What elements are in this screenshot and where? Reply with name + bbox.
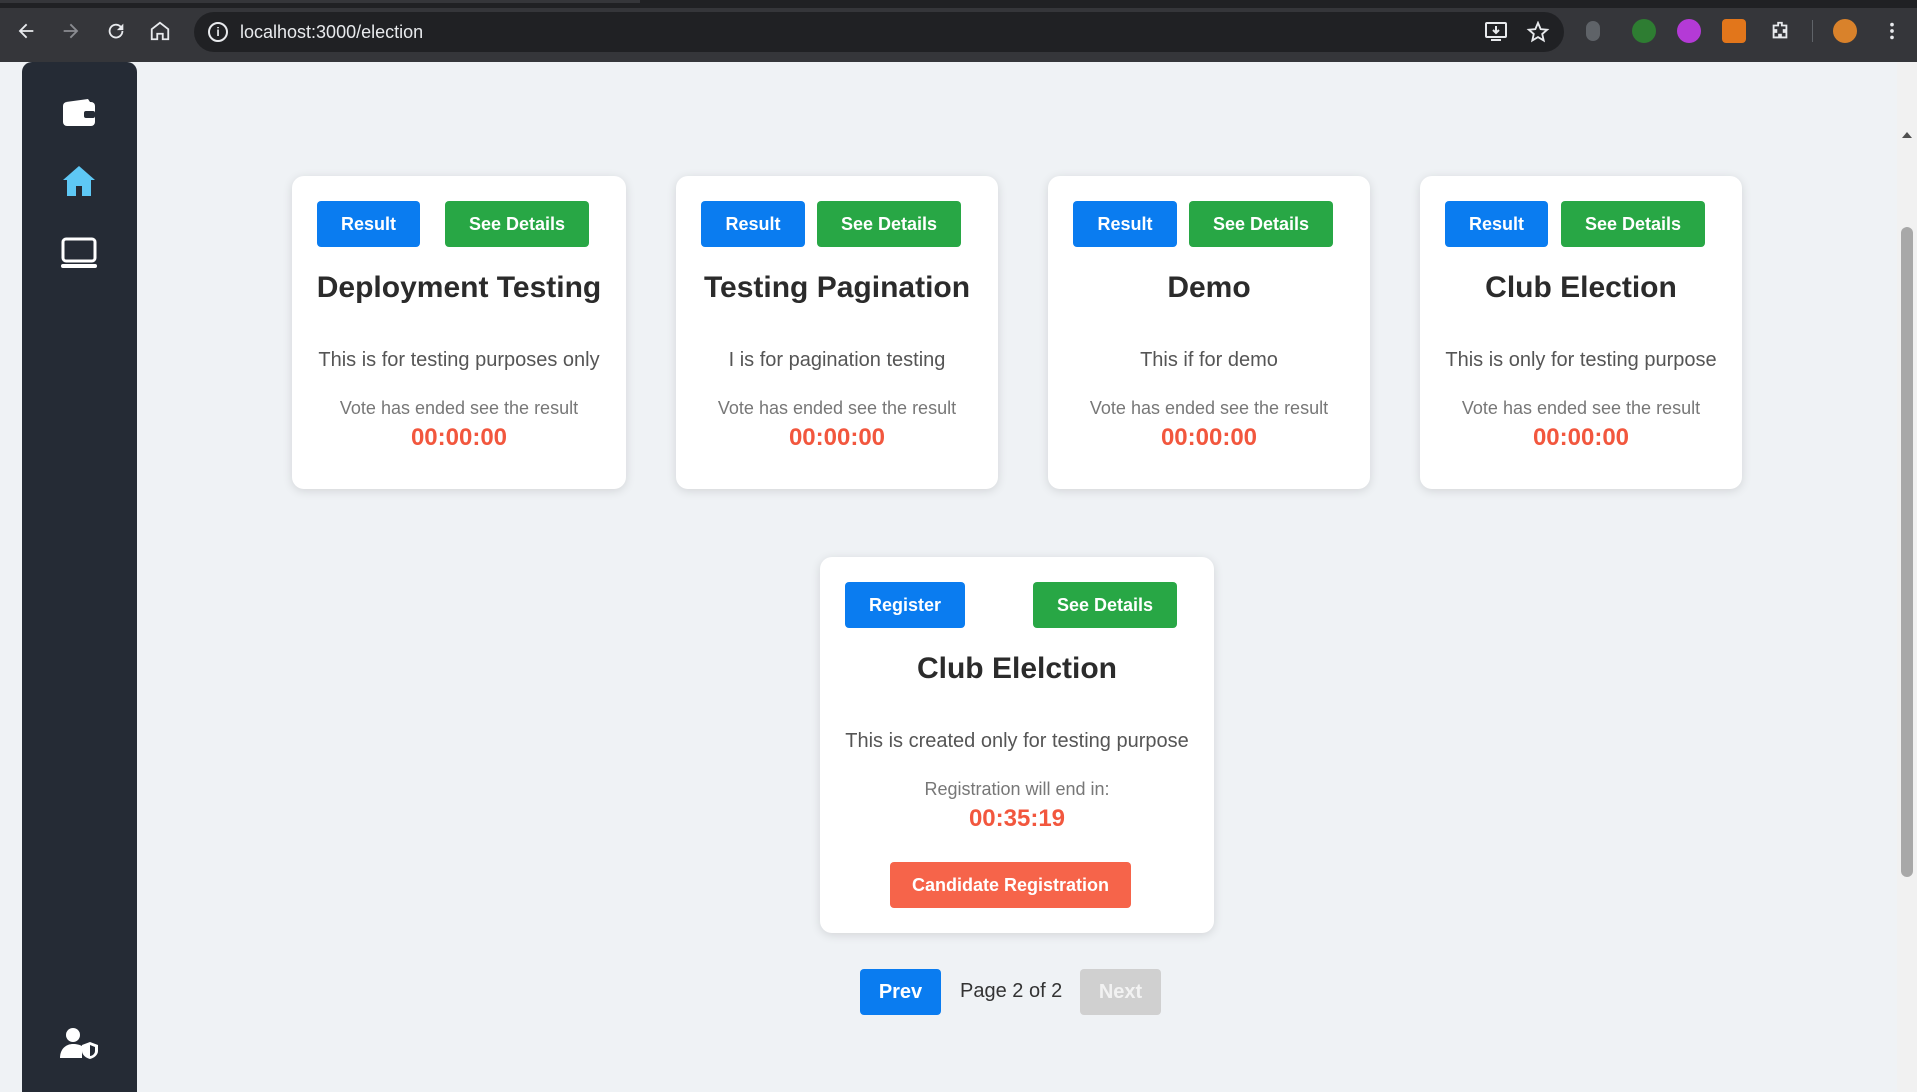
prev-page-button[interactable]: Prev	[860, 969, 941, 1015]
card-title: Club Elelction	[916, 652, 1117, 685]
browser-toolbar: i localhost:3000/election	[0, 0, 1917, 62]
extension-1-icon[interactable]	[1586, 21, 1600, 41]
install-app-icon[interactable]	[1484, 21, 1508, 43]
wallet-icon[interactable]	[58, 92, 100, 134]
sidebar	[22, 62, 137, 1092]
scroll-up-arrow-icon[interactable]	[1902, 132, 1912, 138]
result-button[interactable]: Result	[1445, 201, 1548, 247]
back-icon[interactable]	[12, 17, 40, 45]
result-button[interactable]: Result	[701, 201, 805, 247]
home-browser-icon[interactable]	[146, 17, 174, 45]
see-details-button[interactable]: See Details	[445, 201, 589, 247]
scrollbar-thumb[interactable]	[1901, 227, 1913, 877]
browser-menu-icon[interactable]	[1878, 17, 1906, 45]
forward-icon[interactable]	[57, 17, 85, 45]
card-title: Testing Pagination	[703, 271, 971, 304]
election-card: Result See Details Club Election This is…	[1420, 176, 1742, 489]
register-button[interactable]: Register	[845, 582, 965, 628]
card-title: Club Election	[1485, 271, 1677, 304]
card-title: Deployment Testing	[316, 271, 602, 304]
extension-tree-icon[interactable]	[1632, 19, 1656, 43]
card-status: Vote has ended see the result	[1461, 398, 1701, 418]
card-description: This if for demo	[1140, 349, 1278, 371]
home-icon[interactable]	[58, 160, 100, 202]
card-status: Vote has ended see the result	[717, 398, 957, 418]
page-scrollbar[interactable]	[1897, 62, 1917, 1092]
election-card: Result See Details Demo This if for demo…	[1048, 176, 1370, 489]
result-button[interactable]: Result	[317, 201, 420, 247]
election-card: Result See Details Deployment Testing Th…	[292, 176, 626, 489]
card-description: This is created only for testing purpose	[845, 730, 1189, 752]
see-details-button[interactable]: See Details	[1561, 201, 1705, 247]
active-tab-edge	[0, 0, 640, 3]
election-card: Result See Details Testing Pagination I …	[676, 176, 998, 489]
card-status: Registration will end in:	[924, 779, 1110, 799]
extension-purple-icon[interactable]	[1677, 19, 1701, 43]
result-button[interactable]: Result	[1073, 201, 1177, 247]
see-details-button[interactable]: See Details	[1189, 201, 1333, 247]
metamask-icon[interactable]	[1722, 19, 1746, 43]
card-timer: 00:00:00	[1160, 424, 1258, 451]
card-description: I is for pagination testing	[728, 349, 946, 371]
card-status: Vote has ended see the result	[339, 398, 579, 418]
election-card: Register See Details Club Elelction This…	[820, 557, 1214, 933]
user-shield-icon[interactable]	[58, 1022, 100, 1064]
tab-strip	[0, 0, 1917, 8]
card-description: This is for testing purposes only	[318, 349, 600, 371]
card-title: Demo	[1167, 271, 1251, 304]
card-timer: 00:00:00	[788, 424, 886, 451]
profile-avatar[interactable]	[1833, 19, 1857, 43]
card-description: This is only for testing purpose	[1445, 349, 1717, 371]
toolbar-divider	[1812, 20, 1813, 42]
bookmark-star-icon[interactable]	[1526, 20, 1550, 43]
extensions-puzzle-icon[interactable]	[1766, 17, 1794, 45]
reload-icon[interactable]	[102, 17, 130, 45]
site-info-icon[interactable]: i	[208, 22, 228, 42]
card-timer: 00:00:00	[1532, 424, 1630, 451]
see-details-button[interactable]: See Details	[1033, 582, 1177, 628]
candidate-registration-button[interactable]: Candidate Registration	[890, 862, 1131, 908]
card-timer: 00:00:00	[410, 424, 508, 451]
card-status: Vote has ended see the result	[1089, 398, 1329, 418]
page-indicator: Page 2 of 2	[960, 980, 1063, 1002]
see-details-button[interactable]: See Details	[817, 201, 961, 247]
next-page-button[interactable]: Next	[1080, 969, 1161, 1015]
card-timer: 00:35:19	[968, 805, 1066, 832]
address-url[interactable]: localhost:3000/election	[240, 22, 423, 43]
monitor-icon[interactable]	[58, 232, 100, 274]
address-bar[interactable]: i localhost:3000/election	[194, 12, 1564, 52]
